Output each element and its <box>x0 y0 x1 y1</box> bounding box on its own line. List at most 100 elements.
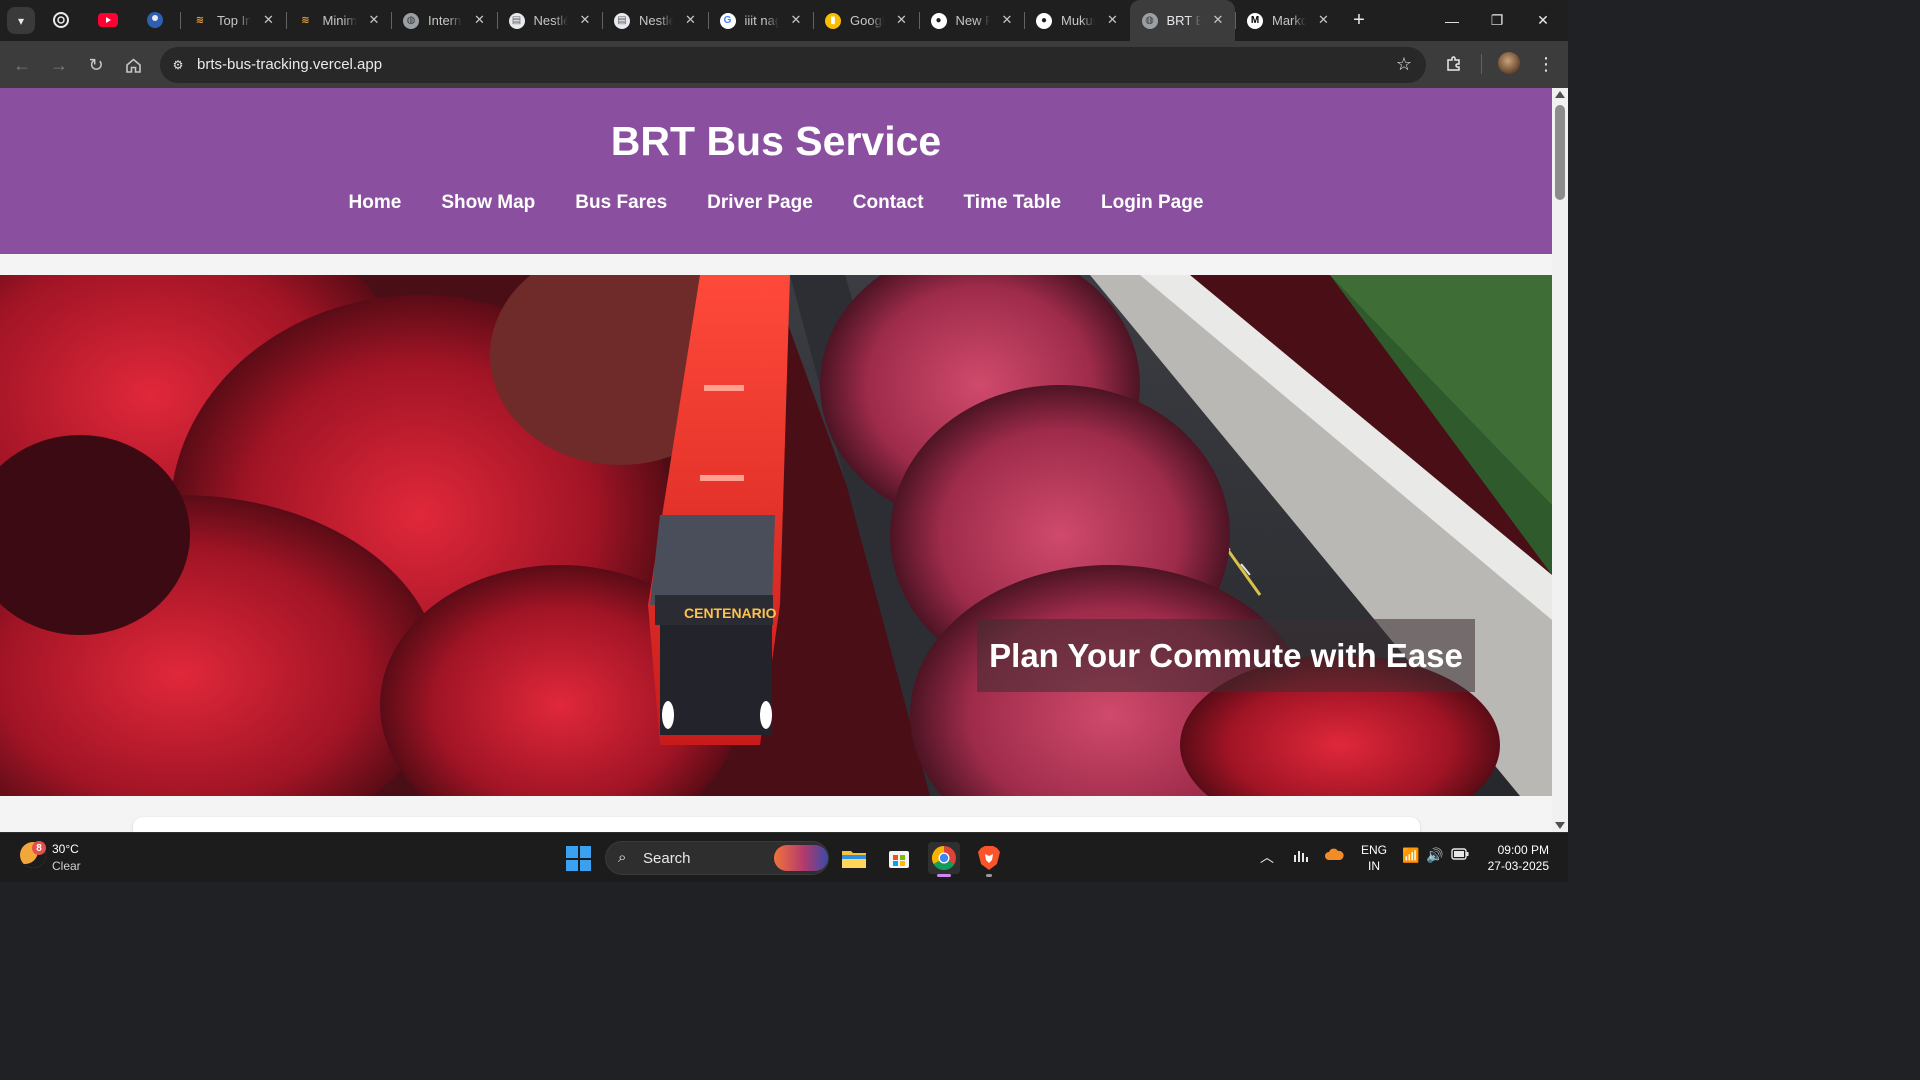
close-tab-icon[interactable]: ✕ <box>999 12 1015 28</box>
browser-tab[interactable]: ≋ Minimum ✕ <box>285 0 392 41</box>
nav-link-login-page[interactable]: Login Page <box>1081 192 1223 214</box>
taskbar-search[interactable]: ⌕ Search <box>605 841 829 875</box>
browser-tab[interactable]: Giiit nagpur ✕ <box>707 0 814 41</box>
youtube-icon <box>98 13 118 27</box>
input-language[interactable]: ENG IN <box>1361 842 1387 874</box>
tab-separator <box>496 12 498 29</box>
battery-icon <box>1451 848 1469 860</box>
active-indicator <box>937 874 951 877</box>
restore-button[interactable]: ❐ <box>1474 0 1520 41</box>
pinned-tab-profile[interactable] <box>143 8 167 32</box>
browser-tab[interactable]: ▮ Google Keep ✕ <box>813 0 919 41</box>
tab-separator <box>285 12 287 29</box>
site-nav: Home Show Map Bus Fares Driver Page Contact T… <box>0 192 1552 214</box>
show-hidden-icons-button[interactable]: ︿ <box>1260 847 1274 867</box>
search-highlight-art <box>774 845 828 871</box>
close-tab-icon[interactable]: ✕ <box>894 12 910 28</box>
minimize-button[interactable]: — <box>1429 0 1475 41</box>
nav-link-home[interactable]: Home <box>329 192 422 214</box>
network-status[interactable]: 📶 <box>1402 847 1419 864</box>
site-info-icon[interactable]: ⚙ <box>169 56 187 74</box>
close-icon: ✕ <box>1537 12 1549 28</box>
scroll-down-icon[interactable] <box>1555 822 1565 829</box>
search-icon: ⌕ <box>618 849 627 866</box>
address-bar[interactable]: ⚙ brts-bus-tracking.vercel.app ☆ <box>160 47 1426 83</box>
browser-tab[interactable]: M Markdown ✕ <box>1235 0 1341 41</box>
hero-banner: CENTENARIO Plan Your Commute with Ease <box>0 275 1552 796</box>
nav-link-contact[interactable]: Contact <box>833 192 944 214</box>
page-scrollbar[interactable] <box>1552 88 1568 832</box>
onedrive-button[interactable] <box>1324 847 1344 864</box>
browser-tab[interactable]: ● New Repository ✕ <box>918 0 1025 41</box>
pinned-tab-chatgpt[interactable] <box>49 8 73 32</box>
scrollbar-thumb[interactable] <box>1555 105 1565 200</box>
clock-time: 09:00 PM <box>1497 843 1549 857</box>
tab-title: Google Keep <box>850 13 884 28</box>
nav-link-bus-fares[interactable]: Bus Fares <box>555 192 687 214</box>
nav-link-driver-page[interactable]: Driver Page <box>687 192 833 214</box>
tray-app-button[interactable] <box>1293 847 1309 866</box>
bookmark-star-icon[interactable]: ☆ <box>1396 54 1412 75</box>
browser-tab[interactable]: ▤ Nestlé ✕ <box>496 0 603 41</box>
new-tab-button[interactable]: + <box>1348 9 1370 31</box>
nav-link-show-map[interactable]: Show Map <box>421 192 555 214</box>
tab-separator <box>180 12 181 29</box>
url-text[interactable]: brts-bus-tracking.vercel.app <box>197 56 382 73</box>
battery-status[interactable] <box>1451 847 1469 863</box>
close-tab-icon[interactable]: ✕ <box>1105 12 1121 28</box>
browser-tab[interactable]: ▤ Nestlé ✕ <box>602 0 708 41</box>
close-tab-icon[interactable]: ✕ <box>683 12 699 28</box>
speaker-icon: 🔊 <box>1426 847 1444 863</box>
close-tab-icon[interactable]: ✕ <box>788 12 804 28</box>
start-button[interactable] <box>566 846 591 871</box>
app-icon <box>147 12 163 28</box>
tab-title: iiit nagpur <box>744 13 779 28</box>
volume-status[interactable]: 🔊 <box>1426 847 1443 864</box>
close-tab-icon[interactable]: ✕ <box>366 12 382 28</box>
browser-toolbar: ← → ↻ ⚙ brts-bus-tracking.vercel.app ☆ <box>0 41 1568 88</box>
system-clock[interactable]: 09:00 PM 27-03-2025 <box>1483 842 1549 874</box>
more-vert-icon: ⋮ <box>1537 53 1555 74</box>
browser-tab[interactable]: ● Mukund ✕ <box>1024 0 1130 41</box>
browser-menu-button[interactable]: ⋮ <box>1536 52 1556 76</box>
hashnode-icon: ≋ <box>301 15 310 26</box>
tab-title: Mukund <box>1061 13 1095 28</box>
tab-separator <box>918 12 920 29</box>
close-tab-icon[interactable]: ✕ <box>472 12 488 28</box>
browser-tab[interactable]: ◍ Internet ✕ <box>391 0 497 41</box>
back-button[interactable]: ← <box>10 53 34 77</box>
close-tab-icon[interactable]: ✕ <box>577 12 593 28</box>
tab-title: Internet <box>428 13 462 28</box>
medium-icon: M <box>1247 12 1263 29</box>
chrome-button[interactable] <box>928 842 960 877</box>
close-window-button[interactable]: ✕ <box>1520 0 1566 41</box>
brave-button[interactable] <box>973 842 1005 877</box>
close-tab-icon[interactable]: ✕ <box>261 12 277 28</box>
globe-icon: ◍ <box>1141 12 1158 29</box>
tab-strip: ▾ ≋ Top Interview ✕ ≋ Minimum ✕ ◍ Internet ✕ ▤ Nes… <box>0 0 1568 41</box>
tab-search-button[interactable]: ▾ <box>7 7 35 34</box>
profile-avatar[interactable] <box>1498 52 1520 74</box>
scroll-up-icon[interactable] <box>1555 91 1565 98</box>
nav-link-time-table[interactable]: Time Table <box>944 192 1082 214</box>
page-viewport: BRT Bus Service Home Show Map Bus Fares Dri… <box>0 88 1552 832</box>
extensions-button[interactable] <box>1443 53 1465 75</box>
browser-tab[interactable]: ◍ BRT Bus Service ✕ <box>1129 0 1235 41</box>
region-code: IN <box>1368 859 1380 873</box>
browser-tab[interactable]: ≋ Top Interview ✕ <box>180 0 286 41</box>
pinned-tab-youtube[interactable] <box>96 8 120 32</box>
close-tab-icon[interactable]: ✕ <box>1316 12 1332 28</box>
hero-caption-text: Plan Your Commute with Ease <box>989 636 1463 674</box>
store-button[interactable] <box>883 842 915 874</box>
chatgpt-icon <box>53 12 69 28</box>
document-icon: ▤ <box>614 12 630 29</box>
home-button[interactable] <box>121 53 145 77</box>
forward-button[interactable]: → <box>47 53 71 77</box>
plus-icon: + <box>1353 8 1365 31</box>
store-icon <box>889 851 909 868</box>
tab-title: Top Interview <box>217 13 251 28</box>
folder-icon <box>842 851 866 868</box>
reload-button[interactable]: ↻ <box>84 53 108 77</box>
close-tab-icon[interactable]: ✕ <box>1210 12 1226 28</box>
file-explorer-button[interactable] <box>838 842 870 874</box>
